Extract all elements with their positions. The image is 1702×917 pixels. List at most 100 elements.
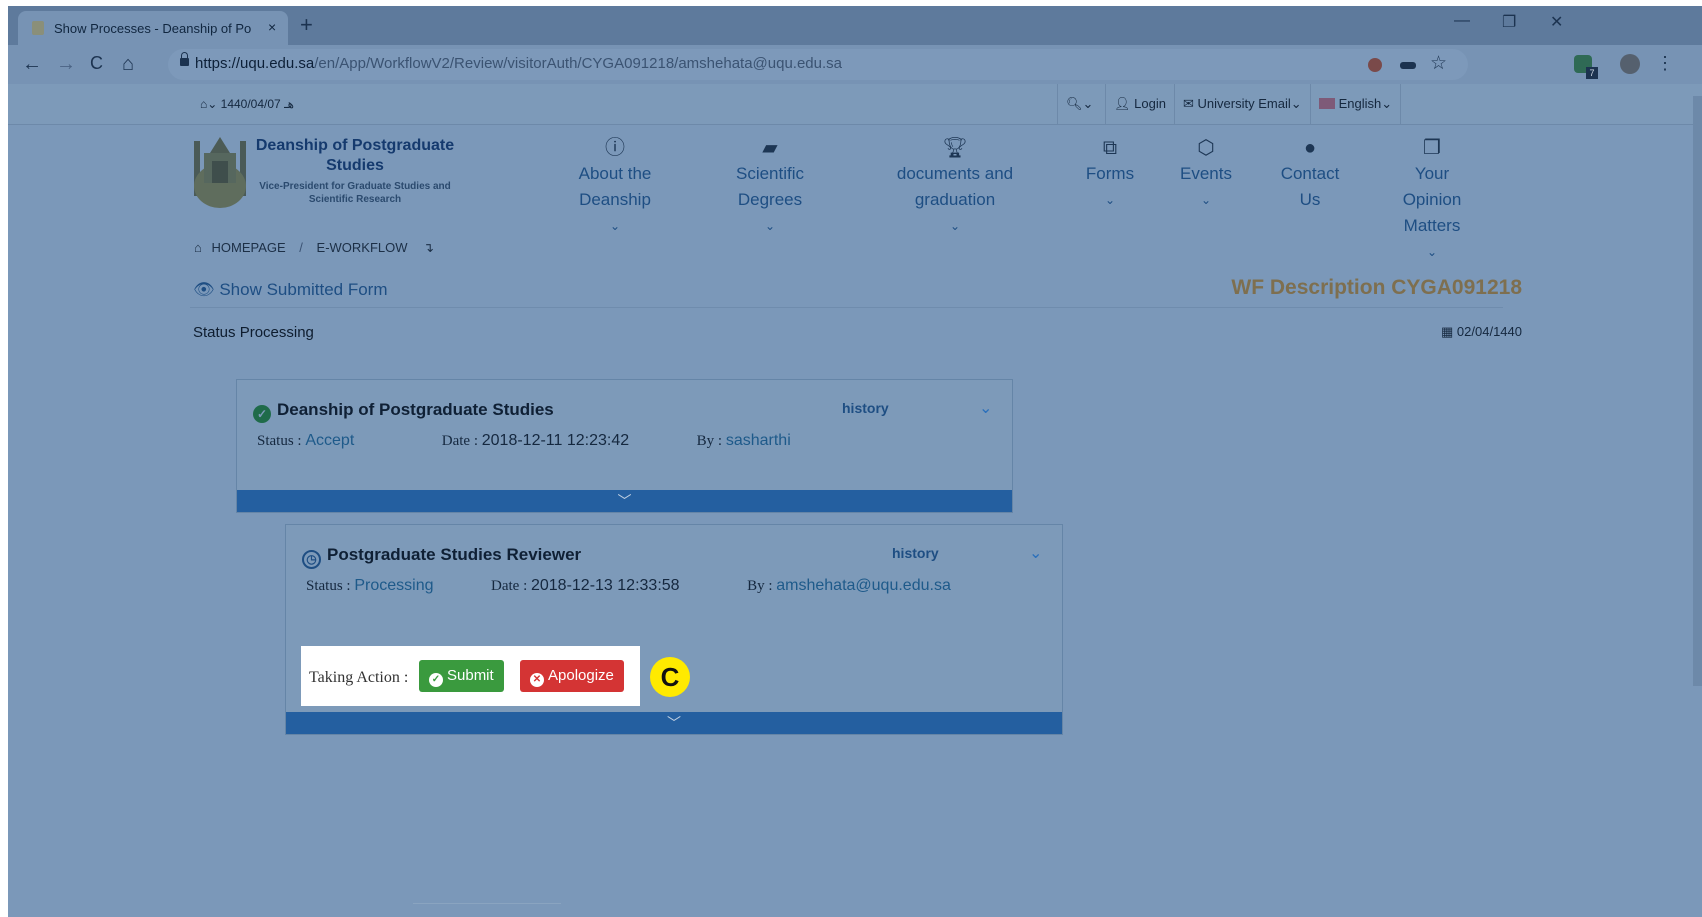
history-link[interactable]: history — [892, 545, 939, 561]
hexagon-icon: ⬡ — [1197, 137, 1215, 159]
extension-badge: 7 — [1586, 67, 1598, 79]
clipboard-icon: ❐ — [1423, 137, 1441, 159]
status-heading: Status Processing — [193, 324, 314, 341]
language-menu[interactable]: English⌄ — [1310, 84, 1402, 124]
url-text: https://uqu.edu.sa/en/App/WorkflowV2/Rev… — [195, 55, 843, 72]
university-logo[interactable] — [190, 131, 250, 211]
date-value: 2018-12-13 12:33:58 — [530, 577, 680, 594]
minimize-button[interactable]: — — [1454, 12, 1470, 30]
home-icon[interactable]: ⌂⌄ — [200, 97, 217, 111]
breadcrumb-current[interactable]: E-WORKFLOW — [317, 240, 408, 255]
breadcrumb: ⌂ HOMEPAGE / E-WORKFLOW ↴ — [194, 240, 435, 255]
address-row: ← → C ⌂ https://uqu.edu.sa/en/App/Workfl… — [8, 45, 1702, 84]
nav-scientific-degrees[interactable]: ▰ Scientific Degrees ⌄ — [715, 135, 825, 239]
envelope-icon: ✉ — [1183, 96, 1194, 111]
divider — [190, 307, 1503, 308]
clock-icon: ◷ — [302, 550, 321, 569]
breadcrumb-home[interactable]: HOMEPAGE — [211, 240, 285, 255]
menu-icon[interactable]: ⋮ — [1656, 53, 1674, 74]
check-circle-icon: ✓ — [429, 673, 443, 687]
search-icon: 🔍︎ — [1066, 96, 1083, 111]
reload-button[interactable]: C — [90, 53, 103, 74]
key-icon[interactable] — [1400, 62, 1416, 69]
search-toggle[interactable]: 🔍︎⌄ — [1057, 84, 1101, 124]
card-title: ◷ Postgraduate Studies Reviewer — [302, 545, 581, 569]
chevron-down-icon: ⌄ — [1200, 193, 1212, 207]
nav-contact-us[interactable]: ● Contact Us — [1275, 135, 1345, 213]
workflow-card: ✓ Deanship of Postgraduate Studies histor… — [236, 379, 1013, 513]
history-link[interactable]: history — [842, 400, 889, 416]
restore-button[interactable]: ❐ — [1502, 12, 1516, 32]
date-value: 2018-12-11 12:23:42 — [481, 432, 630, 449]
hijri-date: ⌂⌄ 1440/04/07 هـ — [200, 97, 294, 111]
lock-icon — [180, 52, 189, 66]
close-window-button[interactable]: ✕ — [1550, 12, 1563, 32]
star-icon[interactable]: ☆ — [1430, 52, 1447, 75]
home-icon[interactable]: ⌂ — [194, 240, 202, 255]
user-icon: 👤︎ — [1114, 96, 1131, 111]
nav-events[interactable]: ⬡ Events ⌄ — [1171, 135, 1241, 213]
chevron-down-icon[interactable]: ⌄ — [979, 398, 992, 418]
chevron-down-icon: ⌄ — [949, 219, 961, 233]
workflow-card: ◷ Postgraduate Studies Reviewer history ⌄… — [285, 524, 1063, 735]
status-value: Accept — [305, 432, 355, 449]
info-icon: ⓘ — [605, 137, 625, 159]
nav-your-opinion-matters[interactable]: ❐ Your Opinion Matters ⌄ — [1387, 135, 1477, 265]
home-button[interactable]: ⌂ — [122, 53, 134, 76]
divider — [413, 903, 561, 904]
book-icon: ▰ — [762, 137, 778, 159]
chevron-down-icon: ﹀ — [667, 715, 681, 731]
page-scrollbar[interactable] — [1693, 96, 1702, 686]
by-value: sasharthi — [725, 432, 791, 449]
expand-bar[interactable]: ﹀ — [237, 490, 1012, 512]
chevron-down-icon: ⌄ — [764, 219, 776, 233]
taking-action-label: Taking Action : — [309, 669, 409, 686]
eye-icon: 👁︎ — [193, 280, 215, 299]
new-tab-button[interactable]: + — [300, 12, 313, 38]
chevron-down-icon: ⌄ — [609, 219, 621, 233]
org-subtitle: Vice-President for Graduate Studies and … — [259, 181, 451, 205]
card-details: Status : Processing Date : 2018-12-13 12… — [306, 577, 951, 594]
calendar-icon: ▦ — [1441, 324, 1454, 339]
card-details: Status : Accept Date : 2018-12-11 12:23:… — [257, 432, 791, 449]
nav-forms[interactable]: ⧉ Forms ⌄ — [1075, 135, 1145, 213]
uk-flag-icon — [1319, 98, 1335, 109]
forward-button[interactable]: → — [56, 53, 76, 76]
page-title: WF Description CYGA091218 — [1231, 276, 1522, 299]
chevron-down-icon: ⌄ — [1104, 193, 1116, 207]
chevron-down-icon[interactable]: ⌄ — [1029, 543, 1042, 563]
page-date: ▦ 02/04/1440 — [1441, 324, 1522, 339]
apologize-button[interactable]: ✕ Apologize — [520, 660, 624, 692]
check-circle-icon: ✓ — [253, 405, 271, 423]
tab-close-icon[interactable]: × — [268, 19, 276, 35]
site-topbar: ⌂⌄ 1440/04/07 هـ 🔍︎⌄ 👤︎ Login ✉ Universi… — [8, 84, 1702, 125]
tab-bar: Show Processes - Deanship of Po × + — ❐ … — [8, 6, 1702, 45]
times-circle-icon: ✕ — [530, 673, 544, 687]
status-value: Processing — [354, 577, 434, 594]
by-value: amshehata@uqu.edu.sa — [776, 577, 951, 594]
chevron-down-icon: ﹀ — [617, 493, 632, 509]
browser-tab[interactable]: Show Processes - Deanship of Po × — [18, 11, 288, 45]
arrow-icon: ↴ — [423, 240, 435, 255]
chevron-down-icon: ⌄ — [1426, 245, 1438, 259]
submit-button[interactable]: ✓ Submit — [419, 660, 504, 692]
site-favicon-icon — [32, 21, 44, 35]
profile-avatar-icon[interactable] — [1620, 54, 1640, 74]
show-submitted-form-link[interactable]: 👁︎ Show Submitted Form — [193, 280, 388, 300]
annotation-marker: C — [650, 657, 690, 697]
login-link[interactable]: 👤︎ Login — [1105, 84, 1174, 124]
action-panel: Taking Action : ✓ Submit ✕ Apologize — [301, 646, 640, 706]
university-email-menu[interactable]: ✉ University Email⌄ — [1174, 84, 1310, 124]
translate-icon[interactable] — [1368, 58, 1382, 72]
tab-title: Show Processes - Deanship of Po — [54, 21, 252, 36]
copy-icon: ⧉ — [1102, 137, 1118, 159]
nav-documents-graduation[interactable]: 🏆︎ documents and graduation ⌄ — [880, 135, 1030, 239]
expand-bar[interactable]: ﹀ — [286, 712, 1062, 734]
trophy-icon: 🏆︎ — [942, 137, 968, 159]
card-title: ✓ Deanship of Postgraduate Studies — [253, 400, 554, 423]
back-button[interactable]: ← — [22, 53, 42, 76]
nav-about-deanship[interactable]: ⓘ About the Deanship ⌄ — [560, 135, 670, 239]
android-icon: ● — [1303, 137, 1317, 159]
org-name[interactable]: Deanship of Postgraduate Studies — [255, 136, 455, 176]
address-bar[interactable]: https://uqu.edu.sa/en/App/WorkflowV2/Rev… — [168, 49, 1468, 80]
